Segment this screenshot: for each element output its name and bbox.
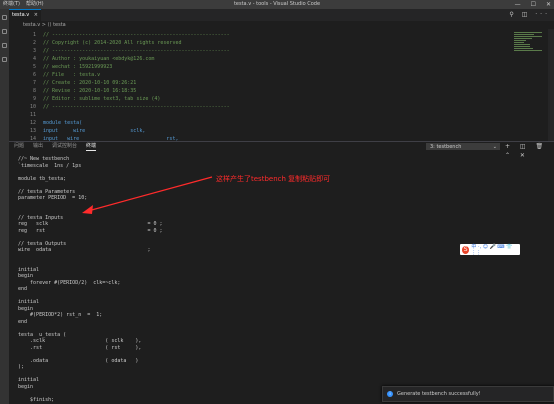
minimap-line <box>514 38 532 39</box>
code-text: // -------------------------------------… <box>43 48 230 54</box>
terminal-line: `timescale 1ns / 1ps <box>18 162 82 169</box>
terminal-line: #(PERIOD*2) rst_n = 1; <box>18 312 103 318</box>
terminal-line: $finish; <box>18 396 55 403</box>
code-line[interactable]: 12 module testa( <box>9 119 544 127</box>
minimap-line <box>514 36 542 37</box>
terminal-line: wire odata ; <box>18 247 151 253</box>
minimap-line <box>514 40 526 41</box>
sogou-logo-icon: S <box>462 245 470 254</box>
editor-scrollbar[interactable] <box>548 29 554 141</box>
line-number: 11 <box>29 112 36 118</box>
editor-tab-bar: testa.v × ⚲ ◫ ··· <box>9 9 554 21</box>
code-line[interactable]: 4 // Author : youkaiyuan <ebdyk@126.com <box>9 55 544 63</box>
ime-toolbar[interactable]: S 中 ·, ☺ 🎤 ⌨ 👕 ⋮⋮ <box>460 243 520 256</box>
terminal-select[interactable]: 3: testbench ⌄ <box>426 143 500 150</box>
code-line[interactable]: 6 // File : testa.v <box>9 71 544 79</box>
minimap-line <box>514 50 542 51</box>
source-control-icon[interactable] <box>2 43 7 48</box>
code-line[interactable]: 10 // -----------------------------------… <box>9 103 544 111</box>
notification-message: Generate testbench successfully! <box>397 391 481 397</box>
extensions-icon[interactable] <box>2 57 7 62</box>
minimap[interactable] <box>514 29 544 141</box>
explorer-icon[interactable] <box>2 15 7 20</box>
panel-tabs: 问题 输出 调试控制台 终端 <box>9 142 409 151</box>
terminal-output[interactable]: //~ New testbench `timescale 1ns / 1ps mod… <box>18 156 518 404</box>
code-line[interactable]: 2 // Copyright (c) 2014-2020 All rights r… <box>9 39 544 47</box>
annotation-text: 这样产生了testbench 复制粘贴即可 <box>216 175 331 183</box>
info-icon: i <box>387 391 393 397</box>
terminal-line: end <box>18 318 28 325</box>
activity-bar <box>0 9 9 404</box>
terminal-line: parameter PERIOD = 10; <box>18 195 88 201</box>
tab-testa-v[interactable]: testa.v × <box>9 9 41 21</box>
chevron-down-icon: ⌄ <box>492 144 497 150</box>
minimap-line <box>514 32 542 33</box>
panel-tab[interactable]: 调试控制台 <box>52 142 77 151</box>
close-window-button[interactable]: ✕ <box>546 0 551 9</box>
code-editor[interactable]: 1 // ------------------------------------… <box>9 29 554 141</box>
line-number: 6 <box>32 72 36 78</box>
minimap-line <box>514 46 530 47</box>
line-number: 5 <box>32 64 36 70</box>
close-icon[interactable]: × <box>34 10 38 21</box>
terminal-line: begin <box>18 383 34 390</box>
code-text: // -------------------------------------… <box>43 32 230 38</box>
ime-tools[interactable]: 中 ·, ☺ 🎤 ⌨ 👕 ⋮⋮ <box>471 243 520 256</box>
line-number: 13 <box>29 128 36 134</box>
line-number: 12 <box>29 120 36 126</box>
maximize-button[interactable]: ☐ <box>531 0 536 9</box>
terminal-line: module tb_testa; <box>18 175 67 182</box>
minimize-button[interactable]: — <box>515 0 521 9</box>
window-title: testa.v - tools - Visual Studio Code <box>233 1 321 7</box>
line-number: 8 <box>32 88 36 94</box>
line-number: 9 <box>32 96 36 102</box>
code-line[interactable]: 11 <box>9 111 544 119</box>
panel-tab[interactable]: 问题 <box>14 142 24 151</box>
terminal-select-value: 3: testbench <box>430 144 462 150</box>
editor-actions[interactable]: ⚲ ◫ ··· <box>509 9 550 21</box>
line-number: 4 <box>32 56 36 62</box>
panel-tab[interactable]: 终端 <box>86 142 97 151</box>
notification-toast[interactable]: i Generate testbench successfully! <box>382 386 554 402</box>
line-number: 1 <box>32 32 36 38</box>
panel-tab[interactable]: 输出 <box>33 142 43 151</box>
code-line[interactable]: 7 // Create : 2020-10-10 09:26:21 <box>9 79 544 87</box>
code-text: // wechat : 15921999923 <box>43 64 113 70</box>
terminal-line: end <box>18 286 28 292</box>
terminal-line: forever #(PERIOD/2) clk=~clk; <box>18 279 121 286</box>
minimap-line <box>514 48 533 49</box>
minimap-line <box>514 44 530 45</box>
line-number: 2 <box>32 40 36 46</box>
code-line[interactable]: 8 // Revise : 2020-10-10 16:18:35 <box>9 87 544 95</box>
code-line[interactable]: 13 input wire sclk, <box>9 127 544 135</box>
search-icon[interactable] <box>2 29 7 34</box>
code-text: // Revise : 2020-10-10 16:18:35 <box>43 88 137 94</box>
title-bar: 终端(T) 帮助(H) testa.v - tools - Visual Stu… <box>0 0 554 9</box>
code-line[interactable]: 1 // ------------------------------------… <box>9 31 544 39</box>
line-number: 7 <box>32 80 36 86</box>
code-line[interactable]: 9 // Editor : sublime text3, tab size (4) <box>9 95 544 103</box>
code-line[interactable]: 5 // wechat : 15921999923 <box>9 63 544 71</box>
terminal-line: ); <box>18 364 25 370</box>
code-text: // -------------------------------------… <box>43 104 230 110</box>
line-number: 3 <box>32 48 36 54</box>
minimap-line <box>514 42 524 43</box>
code-text: // File : testa.v <box>43 72 101 78</box>
code-line[interactable]: 3 // ------------------------------------… <box>9 47 544 55</box>
line-number: 10 <box>29 104 36 110</box>
window-controls: — ☐ ✕ <box>515 0 551 9</box>
code-text: // Editor : sublime text3, tab size (4) <box>43 96 161 102</box>
code-text: // Author : youkaiyuan <ebdyk@126.com <box>43 56 155 62</box>
terminal-line: .rst ( rst ), <box>18 344 142 351</box>
terminal-line: .odata ( odata ) <box>18 357 139 364</box>
code-text: // Copyright (c) 2014-2020 All rights re… <box>43 40 182 46</box>
code-text: module testa( <box>43 120 83 126</box>
tab-label: testa.v <box>12 12 30 18</box>
breadcrumb[interactable]: testa.v > ⟨⟩ testa <box>9 21 554 29</box>
minimap-line <box>514 34 534 35</box>
code-text: // Create : 2020-10-10 09:26:21 <box>43 80 137 86</box>
terminal-line: reg rst = 0 ; <box>18 227 163 234</box>
code-text: input wire sclk, <box>43 128 146 134</box>
